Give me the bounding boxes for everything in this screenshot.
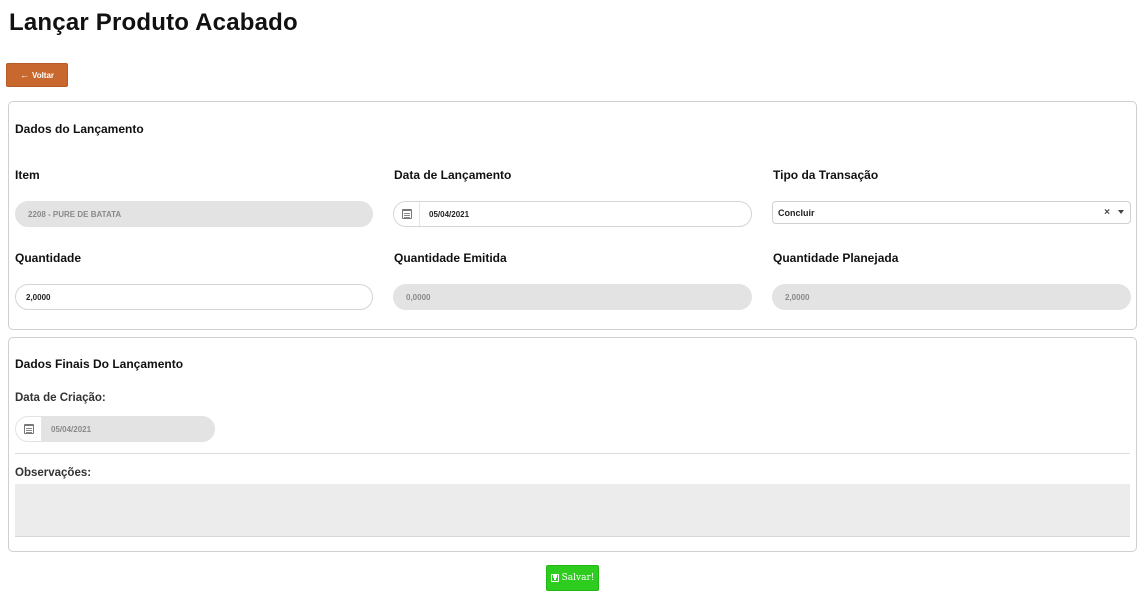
planned-quantity-label: Quantidade Planejada: [773, 251, 899, 265]
page-title: Lançar Produto Acabado: [9, 9, 298, 36]
final-data-panel: Dados Finais Do Lançamento Data de Criaç…: [8, 337, 1137, 552]
final-section-title: Dados Finais Do Lançamento: [15, 357, 184, 371]
notes-label: Observações:: [15, 467, 92, 479]
notes-textarea[interactable]: [15, 484, 1130, 537]
launch-data-panel: Dados do Lançamento Item 2208 - PURE DE …: [8, 101, 1137, 330]
creation-date-value: 05/04/2021: [51, 424, 92, 434]
back-button-label: Voltar: [31, 70, 55, 80]
item-field: 2208 - PURE DE BATATA: [15, 201, 373, 227]
launch-date-field[interactable]: 05/04/2021: [393, 201, 752, 227]
transaction-type-select[interactable]: Concluir ×: [772, 201, 1131, 224]
issued-quantity-label: Quantidade Emitida: [394, 251, 507, 265]
calendar-icon[interactable]: [394, 202, 420, 226]
floppy-disk-icon: [550, 574, 559, 582]
back-button[interactable]: ← Voltar: [6, 63, 68, 87]
quantity-label: Quantidade: [15, 251, 82, 265]
issued-quantity-field: 0,0000: [393, 284, 752, 310]
planned-quantity-field: 2,0000: [772, 284, 1131, 310]
creation-date-field: 05/04/2021: [15, 416, 215, 442]
section-divider: [15, 453, 1130, 454]
close-icon[interactable]: ×: [1104, 207, 1110, 218]
launch-section-title: Dados do Lançamento: [15, 122, 144, 136]
item-label: Item: [15, 168, 40, 182]
calendar-icon: [16, 417, 42, 441]
transaction-type-value: Concluir: [778, 207, 815, 218]
arrow-left-icon: ←: [19, 69, 29, 80]
save-button[interactable]: Salvar!: [546, 565, 599, 591]
creation-date-label: Data de Criação:: [15, 392, 106, 404]
caret-down-icon[interactable]: [1118, 210, 1124, 214]
quantity-input[interactable]: 2,0000: [15, 284, 373, 310]
launch-date-value: 05/04/2021: [429, 209, 470, 219]
transaction-type-label: Tipo da Transação: [773, 168, 879, 182]
launch-date-label: Data de Lançamento: [394, 168, 512, 182]
save-button-label: Salvar!: [561, 573, 595, 583]
